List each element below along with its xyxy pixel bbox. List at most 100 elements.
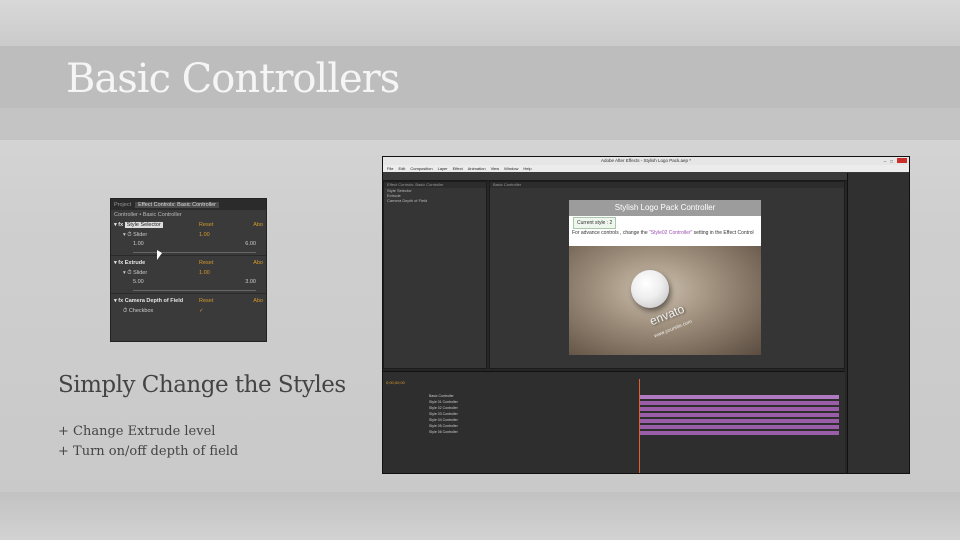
current-style-row: Current style : 2 [573,217,761,229]
menu-bar: File Edit Composition Layer Effect Anima… [383,165,909,172]
window-titlebar: Adobe After Effects - Stylish Logo Pack.… [383,157,909,165]
fx-icon: ▾ fx [114,222,125,228]
layer-bar[interactable] [639,400,839,405]
effect-camera-dof[interactable]: ▾ fx Camera Depth of Field Reset Abo [111,296,266,306]
advanced-note-highlight: "Style02 Controller" [649,230,693,236]
after-effects-window: Adobe After Effects - Stylish Logo Pack.… [382,156,910,474]
effect-controls-pane: Effect Controls: Basic Controller Style … [383,181,487,369]
slider-value[interactable]: 1.00 [199,230,210,240]
stopwatch-icon[interactable]: ▾ ⏱ [123,232,133,238]
logo-preview-image: envato www.yoursite.com [569,246,761,355]
slider-range: 1.00 6.00 [111,240,266,249]
about-link[interactable]: Abo [253,296,263,306]
layer-bar[interactable] [639,412,839,417]
tab-project[interactable]: Project [114,202,131,208]
slider-max: 6.00 [245,241,256,247]
section-heading: Simply Change the Styles [58,372,346,398]
advanced-note: For advance controls , change the "Style… [569,228,761,238]
close-icon[interactable] [897,158,907,163]
maximize-icon[interactable]: □ [890,158,893,166]
tools-toolbar[interactable] [383,172,909,181]
menu-effect[interactable]: Effect [453,165,463,172]
slider-value[interactable]: 1.00 [199,268,210,278]
tab-effect-controls[interactable]: Effect Controls: Basic Controller [135,201,219,208]
checkbox-label: Checkbox [128,308,154,314]
slider-range: 5.00 3.00 [111,278,266,287]
menu-layer[interactable]: Layer [438,165,448,172]
panel-tabs: Project Effect Controls: Basic Controlle… [111,199,266,210]
layer-bar[interactable] [639,418,839,423]
checkbox-row[interactable]: ⏱ Checkbox ✓ [111,306,266,316]
mouse-cursor-icon [157,250,162,260]
layer-name: Style 01 Controller [429,400,458,404]
slider-track[interactable] [133,287,256,291]
reset-link[interactable]: Reset [199,296,213,306]
background-band-bottom [0,492,960,540]
layer-bar[interactable] [639,394,839,399]
menu-edit[interactable]: Edit [398,165,405,172]
menu-view[interactable]: View [491,165,500,172]
layer-name: Style 05 Controller [429,424,458,428]
slider-label: Slider [133,270,148,276]
menu-composition[interactable]: Composition [410,165,432,172]
menu-window[interactable]: Window [504,165,518,172]
bullet-item: + Change Extrude level [58,424,216,439]
timeline-layer-row[interactable]: Style 06 Controller [383,430,845,435]
layer-name: Style 04 Controller [429,418,458,422]
mini-effect-row[interactable]: Camera Depth of Field [384,198,486,203]
minimize-icon[interactable]: – [884,158,887,166]
reset-link[interactable]: Reset [199,258,213,268]
menu-help[interactable]: Help [523,165,531,172]
menu-file[interactable]: File [387,165,393,172]
timeline-layer-row[interactable]: Style 03 Controller [383,412,845,417]
slider-label: Slider [133,232,148,238]
effect-style-selector[interactable]: ▾ fx Style Selector Reset Abo [111,220,266,230]
pane-tab[interactable]: Basic Controller [490,182,844,188]
layer-bar[interactable] [639,430,839,435]
fx-icon: ▾ fx [114,298,125,304]
slider-min: 1.00 [133,241,144,247]
layer-bar[interactable] [639,406,839,411]
layer-bar[interactable] [639,424,839,429]
layer-name: Style 02 Controller [429,406,458,410]
about-link[interactable]: Abo [253,258,263,268]
timeline-panel: 0;00;00;00 Basic Controller Style 01 Con… [383,371,845,473]
stopwatch-icon[interactable]: ▾ ⏱ [123,270,133,276]
title-band: Basic Controllers [0,46,960,108]
effect-controls-panel: Project Effect Controls: Basic Controlle… [110,198,267,342]
effect-extrude[interactable]: ▾ fx Extrude Reset Abo [111,258,266,268]
playhead[interactable] [639,379,640,473]
window-controls: – □ [884,158,907,166]
about-link[interactable]: Abo [253,220,263,230]
effect-name: Style Selector [124,222,163,228]
effect-name: Camera Depth of Field [124,298,184,304]
timecode[interactable]: 0;00;00;00 [386,380,405,385]
background-band [0,108,960,140]
side-panels [847,173,909,473]
divider [111,293,266,294]
divider [111,255,266,256]
slider-max: 3.00 [245,279,256,285]
slide-title: Basic Controllers [66,56,400,102]
effect-name: Extrude [124,260,146,266]
checkbox[interactable]: ✓ [199,306,204,316]
bullet-item: + Turn on/off depth of field [58,444,239,459]
slider-track[interactable] [133,249,256,253]
reset-link[interactable]: Reset [199,220,213,230]
bullet-list: + Change Extrude level + Turn on/off dep… [58,422,238,462]
timeline-layer-row[interactable]: Style 02 Controller [383,406,845,411]
viewer-heading: Stylish Logo Pack Controller [569,200,761,216]
fx-icon: ▾ fx [114,260,125,266]
slider-min: 5.00 [133,279,144,285]
layer-name: Style 03 Controller [429,412,458,416]
slider-row[interactable]: ▾ ⏱ Slider 1.00 [111,230,266,240]
advanced-note-text-end: setting in the Effect Control [692,230,754,236]
menu-animation[interactable]: Animation [468,165,486,172]
composition-viewer: Stylish Logo Pack Controller Current sty… [569,200,761,355]
timeline-layer-row[interactable]: Style 04 Controller [383,418,845,423]
timeline-layer-row[interactable]: Style 05 Controller [383,424,845,429]
timeline-layer-row[interactable]: Style 01 Controller [383,400,845,405]
breadcrumb: Controller • Basic Controller [114,212,182,218]
slider-row[interactable]: ▾ ⏱ Slider 1.00 [111,268,266,278]
timeline-layer-row[interactable]: Basic Controller [383,394,845,399]
